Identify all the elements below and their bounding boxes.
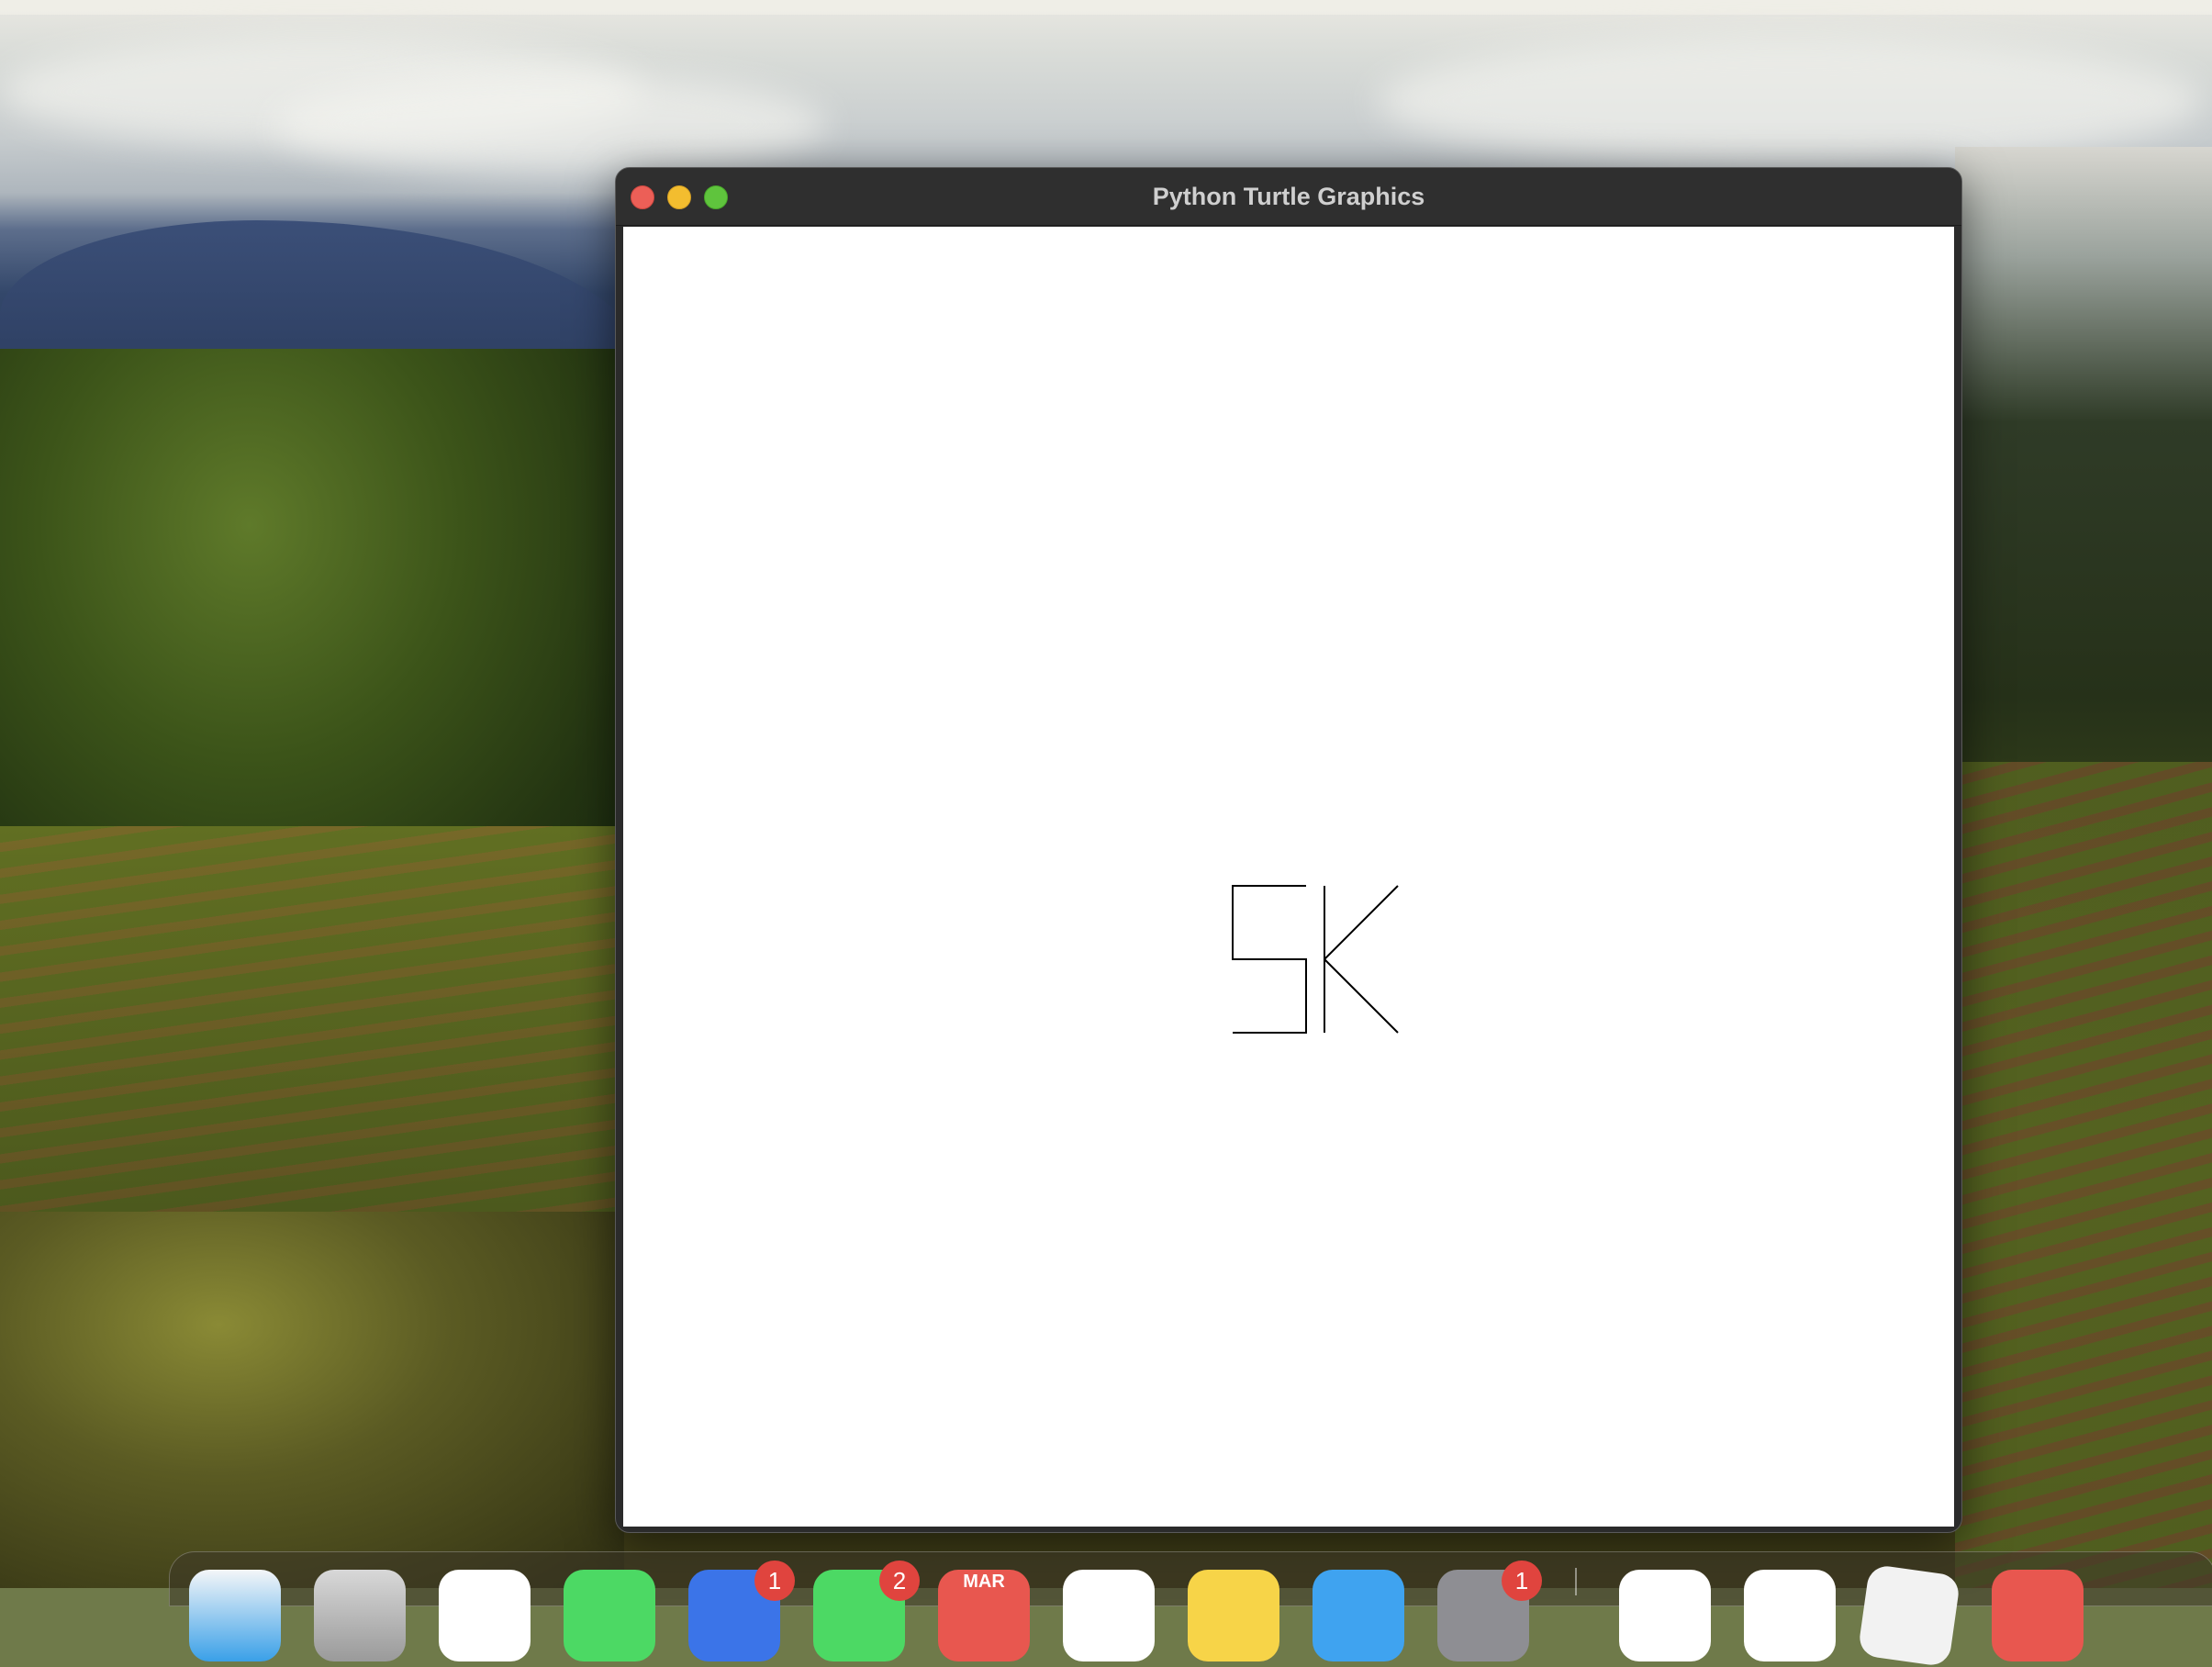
- messages-icon[interactable]: [564, 1570, 655, 1661]
- launchpad-icon[interactable]: [314, 1570, 406, 1661]
- turtle-canvas[interactable]: [623, 227, 1954, 1527]
- notification-badge: 1: [1502, 1561, 1542, 1601]
- safari-icon[interactable]: [439, 1570, 531, 1661]
- vineyard-right: [1955, 762, 2212, 1588]
- python-launcher-icon[interactable]: [1619, 1570, 1711, 1661]
- window-title: Python Turtle Graphics: [1152, 183, 1425, 210]
- app-store-icon[interactable]: [1313, 1570, 1404, 1661]
- reminders-icon[interactable]: [1063, 1570, 1155, 1661]
- idle-icon[interactable]: [1744, 1570, 1836, 1661]
- finder-icon[interactable]: [189, 1570, 281, 1661]
- letter-k-lower-arm: [1324, 958, 1399, 1034]
- turtle-window[interactable]: Python Turtle Graphics: [615, 167, 1962, 1533]
- app-icon[interactable]: [1992, 1570, 2084, 1661]
- dock-divider: [1575, 1568, 1577, 1595]
- tree-band: [0, 1212, 624, 1588]
- document-icon[interactable]: [1857, 1563, 1961, 1667]
- letter-k-upper-arm: [1324, 885, 1399, 960]
- menu-bar: [0, 0, 2212, 15]
- notes-icon[interactable]: [1188, 1570, 1279, 1661]
- cloud: [1377, 37, 2203, 165]
- notification-badge: 2: [879, 1561, 920, 1601]
- digit-five-stroke: [1232, 885, 1307, 1034]
- calendar-month-label: MAR: [963, 1572, 1005, 1592]
- cloud: [275, 73, 826, 174]
- notification-badge: 1: [754, 1561, 795, 1601]
- title-bar[interactable]: Python Turtle Graphics: [616, 168, 1961, 226]
- drawing-surface: [1232, 885, 1399, 1034]
